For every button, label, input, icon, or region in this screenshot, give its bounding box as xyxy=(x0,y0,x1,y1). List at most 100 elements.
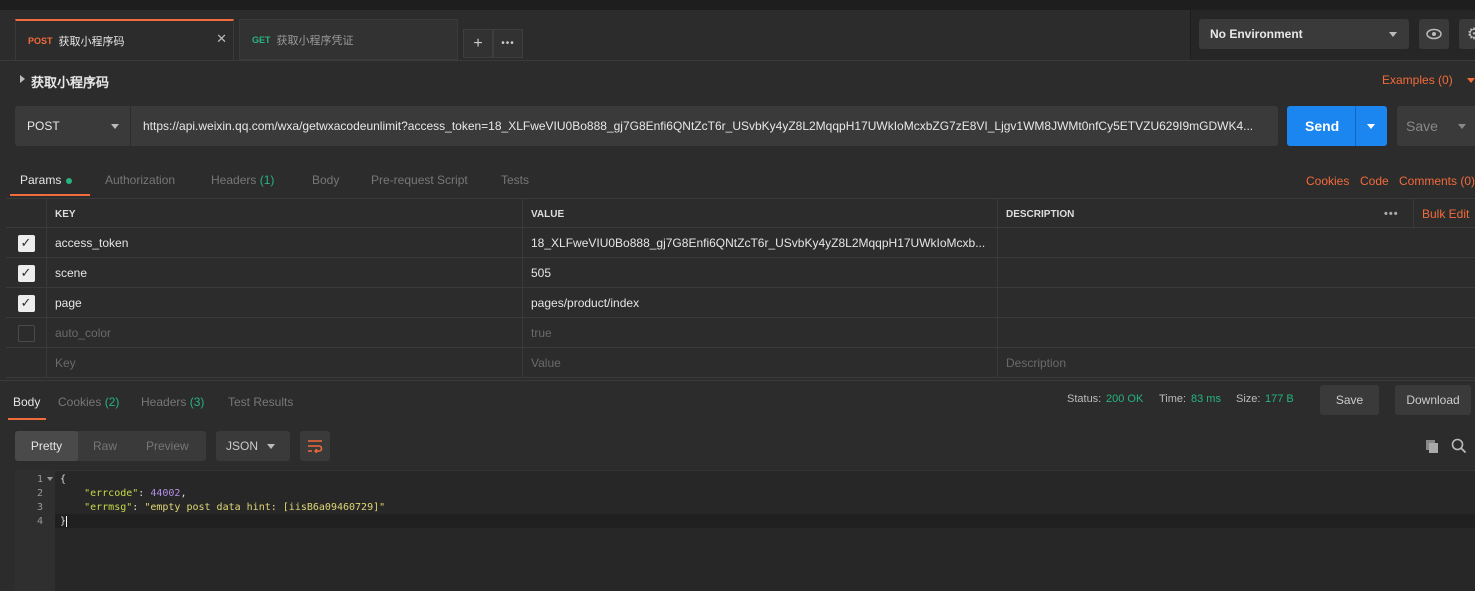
tab-method: GET xyxy=(252,34,271,45)
tab-title: 获取小程序凭证 xyxy=(276,34,354,47)
title-strip xyxy=(0,0,1475,10)
search-icon[interactable] xyxy=(1451,438,1467,457)
status-value: 200 OK xyxy=(1106,393,1144,405)
text-cursor xyxy=(66,516,74,527)
chevron-down-icon xyxy=(1367,124,1375,129)
response-tab-headers[interactable]: Headers (3) xyxy=(141,395,204,409)
cookies-link[interactable]: Cookies xyxy=(1306,174,1349,188)
raw-button[interactable]: Raw xyxy=(93,431,117,461)
response-body-editor[interactable] xyxy=(15,470,1475,591)
checkbox-checked[interactable]: ✓ xyxy=(17,294,35,312)
send-options-button[interactable] xyxy=(1356,106,1387,146)
tab-headers[interactable]: Headers (1) xyxy=(211,173,274,187)
param-description[interactable] xyxy=(997,288,1475,318)
tab-label: Cookies xyxy=(58,395,102,409)
comments-link[interactable]: Comments (0) xyxy=(1399,174,1475,188)
json-string: "empty post data hint: [iisB6a09460729]" xyxy=(144,502,386,513)
chevron-down-icon xyxy=(111,124,119,129)
row-check-cell xyxy=(6,348,46,378)
time-label: Time: xyxy=(1159,393,1187,405)
bulk-edit-link[interactable]: Bulk Edit xyxy=(1413,199,1475,229)
param-key[interactable]: auto_color xyxy=(46,318,522,348)
wrap-lines-button[interactable] xyxy=(300,431,330,461)
settings-button[interactable]: ⚙ xyxy=(1459,19,1475,49)
tab-body[interactable]: Body xyxy=(312,173,339,187)
table-row: ✓ scene 505 xyxy=(6,258,1475,288)
tab-authorization[interactable]: Authorization xyxy=(105,173,175,187)
request-title-bar xyxy=(0,60,1475,100)
code-line: } xyxy=(60,516,74,527)
method-select[interactable]: POST xyxy=(15,106,130,146)
line-number: 4 xyxy=(36,516,43,527)
more-icon[interactable]: ••• xyxy=(1376,199,1411,229)
close-icon[interactable]: ✕ xyxy=(216,31,227,47)
format-label: JSON xyxy=(226,439,259,453)
response-tab-test-results[interactable]: Test Results xyxy=(228,395,293,409)
response-tab-body[interactable]: Body xyxy=(13,395,40,409)
tab-prerequest-script[interactable]: Pre-request Script xyxy=(371,173,468,187)
format-select[interactable]: JSON xyxy=(216,431,290,461)
param-description[interactable] xyxy=(997,318,1475,348)
tab-count: (2) xyxy=(104,395,120,409)
new-description-input[interactable]: Description xyxy=(997,348,1475,378)
environment-select[interactable]: No Environment xyxy=(1199,19,1409,49)
line-number: 3 xyxy=(36,502,43,513)
environment-label: No Environment xyxy=(1210,27,1303,41)
new-key-input[interactable]: Key xyxy=(46,348,522,378)
copy-icon[interactable] xyxy=(1425,439,1440,457)
method-label: POST xyxy=(27,119,60,133)
response-tab-cookies[interactable]: Cookies (2) xyxy=(58,395,119,409)
fold-icon[interactable] xyxy=(47,477,53,481)
new-tab-button[interactable]: + xyxy=(463,29,493,58)
tab-tests[interactable]: Tests xyxy=(501,173,529,187)
param-description[interactable] xyxy=(997,228,1475,258)
row-check-cell xyxy=(6,318,46,348)
json-key: "errmsg" xyxy=(84,502,133,513)
line-number: 1 xyxy=(36,474,43,485)
param-key[interactable]: scene xyxy=(46,258,522,288)
param-value[interactable]: 18_XLFweVIU0Bo888_gj7G8Enfi6QNtZcT6r_USv… xyxy=(522,228,997,258)
tab-count: (3) xyxy=(189,395,205,409)
preview-button[interactable]: Preview xyxy=(146,431,189,461)
checkbox-checked[interactable]: ✓ xyxy=(17,234,35,252)
tab-params[interactable]: Params xyxy=(20,173,73,187)
request-tab-active[interactable]: POST 获取小程序码 ✕ xyxy=(15,19,234,60)
environment-quick-look-button[interactable] xyxy=(1419,19,1449,49)
tab-options-button[interactable]: ••• xyxy=(493,29,523,58)
examples-dropdown[interactable]: Examples (0) xyxy=(1382,73,1475,87)
save-request-button[interactable]: Save xyxy=(1397,106,1475,146)
table-row: ✓ access_token 18_XLFweVIU0Bo888_gj7G8En… xyxy=(6,228,1475,258)
param-key[interactable]: access_token xyxy=(46,228,522,258)
download-button[interactable]: Download xyxy=(1395,385,1471,415)
tab-title: 获取小程序码 xyxy=(58,35,125,48)
param-key[interactable]: page xyxy=(46,288,522,318)
request-name[interactable]: 获取小程序码 xyxy=(31,72,109,91)
more-icon: ••• xyxy=(501,38,515,49)
caret-right-icon[interactable] xyxy=(20,75,25,83)
param-value[interactable]: 505 xyxy=(522,258,997,288)
chevron-down-icon xyxy=(267,444,275,449)
tab-label: Headers xyxy=(141,395,187,409)
checkbox-checked[interactable]: ✓ xyxy=(17,264,35,282)
checkbox-unchecked[interactable] xyxy=(17,324,35,342)
row-check-cell: ✓ xyxy=(6,288,46,318)
tab-label: Headers xyxy=(211,173,257,187)
table-header: KEY VALUE DESCRIPTION ••• Bulk Edit xyxy=(6,198,1475,229)
size-value: 177 B xyxy=(1265,393,1294,405)
active-line-highlight xyxy=(55,514,1475,528)
request-tab[interactable]: GET 获取小程序凭证 xyxy=(239,19,458,60)
pretty-button[interactable]: Pretty xyxy=(15,431,78,461)
params-table: KEY VALUE DESCRIPTION ••• Bulk Edit ✓ ac… xyxy=(6,198,1475,380)
save-response-button[interactable]: Save xyxy=(1320,385,1379,415)
param-value[interactable]: pages/product/index xyxy=(522,288,997,318)
status-label: Status: xyxy=(1067,393,1102,405)
param-value[interactable]: true xyxy=(522,318,997,348)
code-link[interactable]: Code xyxy=(1360,174,1389,188)
url-input[interactable]: https://api.weixin.qq.com/wxa/getwxacode… xyxy=(131,106,1278,146)
new-value-input[interactable]: Value xyxy=(522,348,997,378)
param-description[interactable] xyxy=(997,258,1475,288)
line-number: 2 xyxy=(36,488,43,499)
table-row-new: Key Value Description xyxy=(6,348,1475,378)
size-label: Size: xyxy=(1236,393,1261,405)
examples-label: Examples (0) xyxy=(1382,73,1453,87)
